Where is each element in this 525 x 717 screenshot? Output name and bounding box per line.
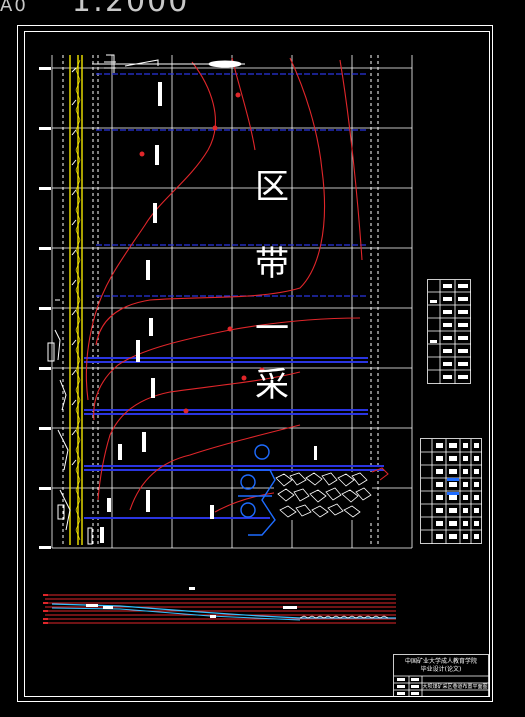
blue-roadways xyxy=(84,73,384,519)
parameter-table-1 xyxy=(427,279,471,384)
title-block-school: 中国矿业大学成人教育学院 xyxy=(405,657,477,665)
area-label-char: 带 xyxy=(255,244,289,284)
blue-features xyxy=(238,444,276,536)
table-1-cell-text xyxy=(430,284,468,379)
seam-contour-lines xyxy=(85,57,363,513)
area-label: 区 带 一 采 xyxy=(255,167,289,405)
parameter-table-2 xyxy=(420,438,482,544)
boundary-dashed-lines xyxy=(62,55,379,545)
plan-view: 区 带 一 采 xyxy=(39,54,413,549)
panel-markers xyxy=(118,82,214,519)
cross-section-view xyxy=(43,587,396,624)
goaf-hatched-area xyxy=(274,467,389,520)
inner-frame xyxy=(24,31,490,697)
title-block-small-marks xyxy=(397,678,419,695)
main-roadways xyxy=(69,55,83,545)
grid-tick-marks xyxy=(39,67,51,549)
cad-drawing-canvas: 区 带 一 采 中国矿业大学成人教育学院 毕业设计(论文) 大坝煤矿采区巷道布置… xyxy=(17,25,493,702)
area-label-char: 一 xyxy=(255,309,289,349)
title-block-drawing-title: 大坝煤矿采区巷道布置平面图 xyxy=(422,683,487,690)
area-label-char: 采 xyxy=(255,365,289,405)
area-label-char: 区 xyxy=(255,167,289,207)
outer-frame xyxy=(17,25,493,702)
north-arrow xyxy=(92,54,245,73)
title-block-subtitle: 毕业设计(论文) xyxy=(421,665,462,673)
